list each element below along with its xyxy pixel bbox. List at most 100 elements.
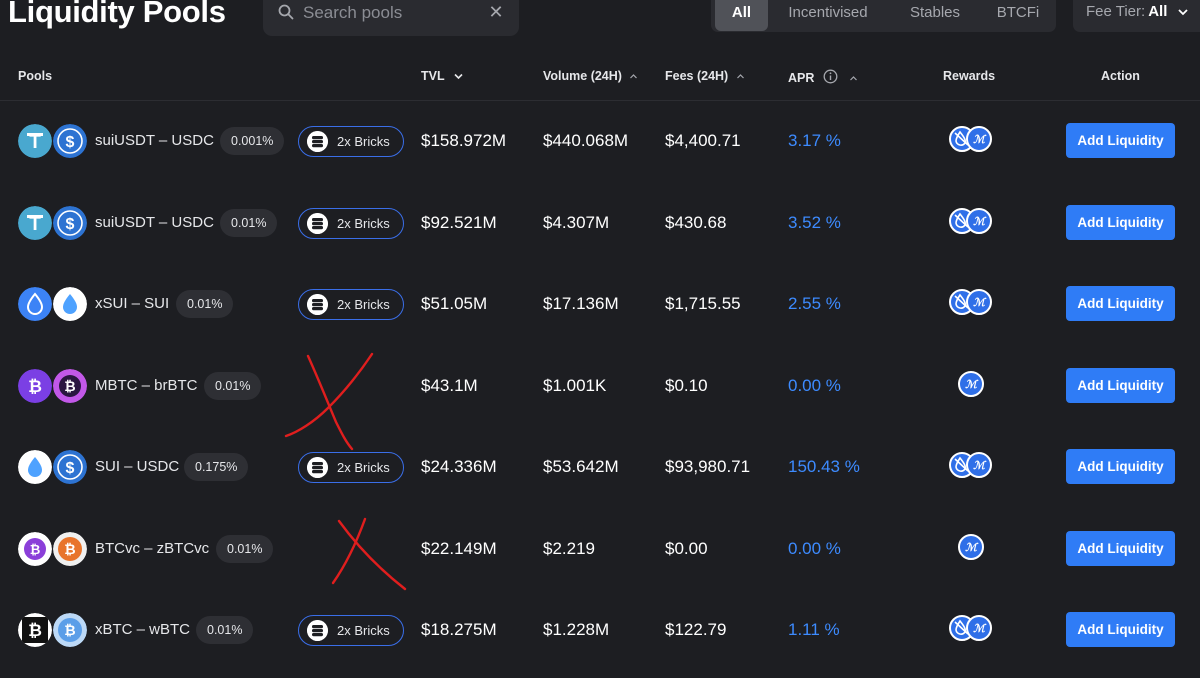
search-icon (278, 4, 294, 20)
apr-value: 2.55 % (788, 294, 841, 313)
table-row[interactable]: T $ suiUSDT – USDC 0.001% 2x Bricks $158.972M… (0, 100, 1200, 182)
tab-incentivised[interactable]: Incentivised (773, 0, 883, 31)
fees-value: $122.79 (665, 620, 727, 639)
chevron-up-icon (736, 74, 744, 79)
rewards-icons: ℳ (948, 288, 1000, 320)
fee-tier-badge: 0.001% (220, 127, 285, 155)
table-row[interactable]: ₿ ₿ xBTC – wBTC 0.01% 2x Bricks $18.275M $1.22… (0, 589, 1200, 671)
tab-all[interactable]: All (715, 0, 768, 31)
apr-value: 150.43 % (788, 457, 860, 476)
fees-value: $0.00 (665, 539, 708, 558)
sui-icon (18, 450, 52, 484)
usdt-icon: T (18, 206, 52, 240)
filter-tabs: All Incentivised Stables BTCFi (711, 0, 1056, 32)
search-box[interactable]: ✕ (263, 0, 519, 36)
bricks-label: 2x Bricks (337, 297, 390, 312)
points-reward-icon[interactable]: ℳ (965, 614, 993, 647)
svg-text:₿: ₿ (30, 542, 41, 557)
xsui-icon (18, 287, 52, 321)
col-volume-sort[interactable]: Volume (24H) (543, 69, 638, 83)
points-reward-icon[interactable]: ℳ (957, 533, 985, 566)
add-liquidity-button[interactable]: Add Liquidity (1066, 449, 1175, 484)
apr-value: 0.00 % (788, 376, 841, 395)
tab-stables[interactable]: Stables (891, 0, 979, 31)
token-pair-icons: T $ (18, 124, 90, 158)
chevron-up-icon (630, 74, 638, 79)
fees-value: $4,400.71 (665, 131, 741, 150)
bricks-badge[interactable]: 2x Bricks (298, 208, 404, 239)
fee-tier-badge: 0.01% (204, 372, 262, 400)
add-liquidity-button[interactable]: Add Liquidity (1066, 123, 1175, 158)
apr-value: 3.52 % (788, 213, 841, 232)
col-action: Action (1101, 69, 1140, 83)
bricks-badge[interactable]: 2x Bricks (298, 615, 404, 646)
apr-value: 0.00 % (788, 539, 841, 558)
col-apr-sort[interactable]: APR (788, 69, 858, 85)
col-fees-sort[interactable]: Fees (24H) (665, 69, 745, 83)
svg-text:₿: ₿ (64, 378, 75, 394)
svg-text:$: $ (66, 134, 75, 151)
col-fees-label: Fees (24H) (665, 69, 729, 83)
info-icon[interactable] (823, 69, 838, 84)
fees-value: $93,980.71 (665, 457, 751, 476)
bricks-badge[interactable]: 2x Bricks (298, 452, 404, 483)
volume-value: $53.642M (543, 457, 619, 476)
bricks-badge[interactable]: 2x Bricks (298, 289, 404, 320)
svg-text:₿: ₿ (64, 541, 75, 557)
chevron-up-icon (850, 76, 858, 81)
table-row[interactable]: xSUI – SUI 0.01% 2x Bricks $51.05M $17.136M $… (0, 263, 1200, 345)
fees-value: $0.10 (665, 376, 708, 395)
add-liquidity-button[interactable]: Add Liquidity (1066, 205, 1175, 240)
rewards-icons: ℳ (957, 533, 987, 565)
add-liquidity-button[interactable]: Add Liquidity (1066, 368, 1175, 403)
volume-value: $17.136M (543, 294, 619, 313)
points-reward-icon[interactable]: ℳ (957, 370, 985, 403)
clear-search-icon[interactable]: ✕ (486, 2, 506, 22)
add-liquidity-button[interactable]: Add Liquidity (1066, 612, 1175, 647)
table-row[interactable]: T $ suiUSDT – USDC 0.01% 2x Bricks $92.521M $4… (0, 182, 1200, 264)
tvl-value: $51.05M (421, 294, 488, 313)
fee-tier-label: Fee Tier: (1086, 3, 1146, 20)
add-liquidity-button[interactable]: Add Liquidity (1066, 531, 1175, 566)
tab-btcfi[interactable]: BTCFi (987, 0, 1049, 31)
search-input[interactable] (303, 2, 483, 24)
chevron-down-icon (454, 73, 463, 80)
points-reward-icon[interactable]: ℳ (965, 125, 993, 158)
volume-value: $440.068M (543, 131, 629, 150)
rewards-icons: ℳ (948, 451, 1000, 483)
points-reward-icon[interactable]: ℳ (965, 207, 993, 240)
points-reward-icon[interactable]: ℳ (965, 288, 993, 321)
table-row[interactable]: ₿ ₿ BTCvc – zBTCvc 0.01% $22.149M $2.219 $0.00… (0, 508, 1200, 590)
tvl-value: $18.275M (421, 620, 497, 639)
top-bar: Liquidity Pools ✕ All Incentivised Stabl… (0, 0, 1200, 46)
usdc-icon: $ (53, 124, 87, 158)
pool-pair-name: BTCvc – zBTCvc (95, 540, 210, 557)
rewards-icons: ℳ (948, 125, 1000, 157)
apr-value: 1.11 % (788, 620, 840, 639)
table-row[interactable]: ₿ ₿ MBTC – brBTC 0.01% $43.1M $1.001K $0.10 0.0… (0, 345, 1200, 427)
svg-text:₿: ₿ (28, 377, 42, 396)
usdc-icon: $ (53, 450, 87, 484)
table-header: Pools TVL Volume (24H) Fees (24H) APR Re… (0, 62, 1200, 92)
fee-tier-badge: 0.01% (216, 535, 274, 563)
token-pair-icons: $ (18, 450, 90, 484)
bricks-label: 2x Bricks (337, 623, 390, 638)
usdc-icon: $ (53, 206, 87, 240)
usdt-icon: T (18, 124, 52, 158)
fee-tier-dropdown[interactable]: Fee Tier: All (1073, 0, 1200, 32)
bricks-icon (307, 294, 328, 315)
table-row[interactable]: $ SUI – USDC 0.175% 2x Bricks $24.336M $53.64… (0, 426, 1200, 508)
volume-value: $1.001K (543, 376, 607, 395)
col-volume-label: Volume (24H) (543, 69, 622, 83)
col-tvl-sort[interactable]: TVL (421, 69, 463, 83)
bricks-label: 2x Bricks (337, 216, 390, 231)
add-liquidity-button[interactable]: Add Liquidity (1066, 286, 1175, 321)
token-pair-icons: T $ (18, 206, 90, 240)
col-tvl-label: TVL (421, 69, 445, 83)
pool-pair-name: xSUI – SUI (95, 295, 170, 312)
bricks-badge[interactable]: 2x Bricks (298, 126, 404, 157)
volume-value: $1.228M (543, 620, 610, 639)
points-reward-icon[interactable]: ℳ (965, 451, 993, 484)
col-rewards: Rewards (943, 69, 996, 83)
fee-tier-badge: 0.01% (196, 616, 254, 644)
